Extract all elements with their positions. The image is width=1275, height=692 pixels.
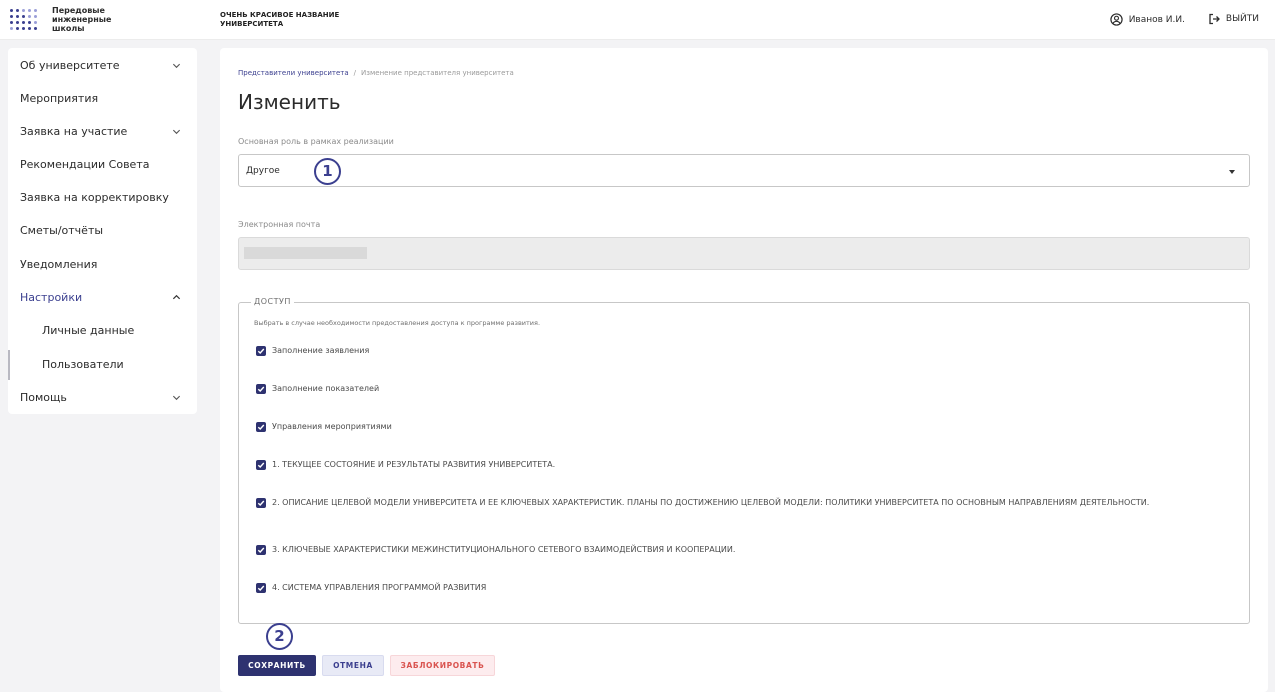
main-content: Представители университета / Изменение пре… bbox=[220, 48, 1268, 692]
role-select[interactable]: Другое bbox=[238, 154, 1250, 187]
access-option-label: Заполнение заявления bbox=[272, 346, 370, 355]
chevron-up-icon bbox=[172, 294, 181, 300]
sidebar: Об университете Мероприятия Заявка на уч… bbox=[8, 48, 197, 414]
sidebar-item-events[interactable]: Мероприятия bbox=[8, 82, 197, 115]
dropdown-arrow-icon bbox=[1229, 170, 1235, 174]
block-button[interactable]: ЗАБЛОКИРОВАТЬ bbox=[390, 655, 495, 676]
sidebar-item-label: Личные данные bbox=[42, 324, 135, 337]
breadcrumb-link[interactable]: Представители университета bbox=[238, 69, 349, 77]
user-name: Иванов И.И. bbox=[1128, 14, 1185, 25]
top-bar: Передовые инженерные школы ОЧЕНЬ КРАСИВО… bbox=[0, 0, 1275, 40]
chevron-down-icon bbox=[172, 63, 181, 69]
breadcrumb-separator: / bbox=[353, 69, 357, 77]
checkbox-checked-icon[interactable] bbox=[256, 422, 266, 432]
university-name: ОЧЕНЬ КРАСИВОЕ НАЗВАНИЕ УНИВЕРСИТЕТА bbox=[220, 11, 340, 28]
checkbox-checked-icon[interactable] bbox=[256, 384, 266, 394]
checkbox-checked-icon[interactable] bbox=[256, 498, 266, 508]
logo[interactable]: Передовые инженерные школы bbox=[10, 5, 122, 33]
access-hint: Выбрать в случае необходимости предостав… bbox=[254, 319, 541, 327]
checkbox-checked-icon[interactable] bbox=[256, 545, 266, 555]
sidebar-item-label: Настройки bbox=[20, 291, 83, 304]
access-option[interactable]: 4. СИСТЕМА УПРАВЛЕНИЯ ПРОГРАММОЙ РАЗВИТИ… bbox=[256, 583, 1236, 593]
sidebar-item-label: Пользователи bbox=[42, 358, 124, 371]
access-option[interactable]: Заполнение заявления bbox=[256, 346, 1236, 356]
sidebar-item-estimates-reports[interactable]: Сметы/отчёты bbox=[8, 214, 197, 247]
chevron-down-icon bbox=[172, 395, 181, 401]
breadcrumb: Представители университета / Изменение пре… bbox=[238, 69, 514, 77]
user-menu[interactable]: Иванов И.И. bbox=[1110, 13, 1185, 26]
access-legend: ДОСТУП bbox=[251, 297, 294, 306]
role-field-label: Основная роль в рамках реализации bbox=[238, 137, 394, 146]
role-select-value: Другое bbox=[246, 166, 280, 176]
email-field bbox=[238, 237, 1250, 270]
callout-marker-2: 2 bbox=[266, 623, 293, 650]
sidebar-item-council-recommendations[interactable]: Рекомендации Совета bbox=[8, 148, 197, 181]
logo-mark-icon bbox=[10, 5, 40, 33]
sidebar-item-label: Уведомления bbox=[20, 258, 98, 271]
callout-marker-1: 1 bbox=[314, 158, 341, 185]
logout-button[interactable]: ВЫЙТИ bbox=[1208, 13, 1259, 25]
access-option-label: Заполнение показателей bbox=[272, 384, 380, 393]
logout-label: ВЫЙТИ bbox=[1225, 14, 1259, 24]
sidebar-item-notifications[interactable]: Уведомления bbox=[8, 248, 197, 281]
sidebar-item-label: Заявка на корректировку bbox=[20, 191, 169, 204]
save-button[interactable]: СОХРАНИТЬ bbox=[238, 655, 316, 676]
page-title: Изменить bbox=[238, 90, 341, 114]
access-option-label: 1. ТЕКУЩЕЕ СОСТОЯНИЕ И РЕЗУЛЬТАТЫ РАЗВИТ… bbox=[272, 460, 556, 469]
sidebar-item-correction-request[interactable]: Заявка на корректировку bbox=[8, 181, 197, 214]
access-option-label: Управления мероприятиями bbox=[272, 422, 392, 431]
sidebar-item-label: Заявка на участие bbox=[20, 125, 128, 138]
cancel-button[interactable]: ОТМЕНА bbox=[322, 655, 384, 676]
email-redacted-mask bbox=[244, 247, 367, 259]
sidebar-item-application[interactable]: Заявка на участие bbox=[8, 115, 197, 148]
user-circle-icon bbox=[1110, 13, 1123, 26]
sidebar-item-label: Мероприятия bbox=[20, 92, 99, 105]
logo-text: Передовые инженерные школы bbox=[52, 5, 112, 33]
checkbox-checked-icon[interactable] bbox=[256, 460, 266, 470]
sidebar-item-help[interactable]: Помощь bbox=[8, 381, 197, 414]
email-field-label: Электронная почта bbox=[238, 220, 321, 229]
access-option[interactable]: Управления мероприятиями bbox=[256, 422, 1236, 432]
access-option[interactable]: 2. ОПИСАНИЕ ЦЕЛЕВОЙ МОДЕЛИ УНИВЕРСИТЕТА … bbox=[256, 498, 1236, 508]
chevron-down-icon bbox=[172, 129, 181, 135]
access-option[interactable]: 1. ТЕКУЩЕЕ СОСТОЯНИЕ И РЕЗУЛЬТАТЫ РАЗВИТ… bbox=[256, 460, 1236, 470]
sidebar-item-users[interactable]: Пользователи bbox=[8, 348, 197, 381]
breadcrumb-current: Изменение представителя университета bbox=[361, 69, 514, 77]
sidebar-item-personal-data[interactable]: Личные данные bbox=[8, 314, 197, 347]
sidebar-item-label: Сметы/отчёты bbox=[20, 224, 104, 237]
access-option-label: 3. КЛЮЧЕВЫЕ ХАРАКТЕРИСТИКИ МЕЖИНСТИТУЦИО… bbox=[272, 545, 736, 554]
sidebar-item-settings[interactable]: Настройки bbox=[8, 281, 197, 314]
access-fieldset: ДОСТУП Выбрать в случае необходимости пр… bbox=[238, 297, 1250, 624]
sidebar-item-label: Об университете bbox=[20, 59, 120, 72]
access-option[interactable]: 3. КЛЮЧЕВЫЕ ХАРАКТЕРИСТИКИ МЕЖИНСТИТУЦИО… bbox=[256, 545, 1236, 555]
sidebar-item-about[interactable]: Об университете bbox=[8, 49, 197, 82]
access-option[interactable]: Заполнение показателей bbox=[256, 384, 1236, 394]
access-option-label: 2. ОПИСАНИЕ ЦЕЛЕВОЙ МОДЕЛИ УНИВЕРСИТЕТА … bbox=[272, 498, 1150, 507]
sidebar-item-label: Рекомендации Совета bbox=[20, 158, 150, 171]
checkbox-checked-icon[interactable] bbox=[256, 583, 266, 593]
sidebar-item-label: Помощь bbox=[20, 391, 67, 404]
access-option-label: 4. СИСТЕМА УПРАВЛЕНИЯ ПРОГРАММОЙ РАЗВИТИ… bbox=[272, 583, 487, 592]
checkbox-checked-icon[interactable] bbox=[256, 346, 266, 356]
logout-icon bbox=[1209, 13, 1220, 25]
